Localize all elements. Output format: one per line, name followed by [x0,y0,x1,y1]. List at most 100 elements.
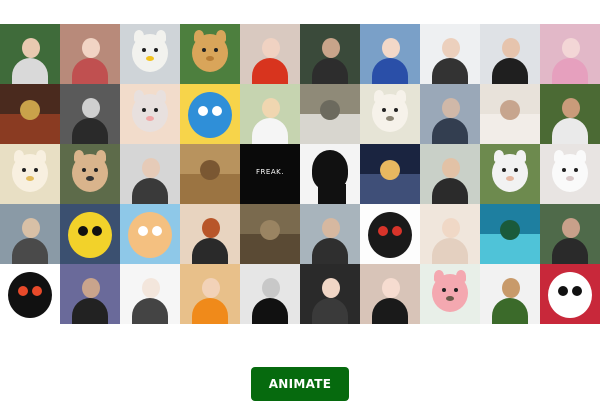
avatar-tile[interactable] [60,24,120,84]
avatar-face [72,154,108,192]
avatar-tile[interactable] [360,264,420,324]
avatar-tile[interactable] [360,24,420,84]
avatar-head [562,38,580,58]
avatar-tile[interactable] [300,24,360,84]
avatar-tile[interactable] [180,264,240,324]
avatar-tile[interactable] [120,84,180,144]
avatar-tile[interactable] [0,264,60,324]
avatar-body [72,118,108,144]
avatar-eye [154,108,158,112]
avatar-eye [214,48,218,52]
avatar-head [322,38,340,58]
avatar-tile[interactable] [0,84,60,144]
avatar-face [132,34,168,72]
avatar-eye [82,168,86,172]
avatar-tile[interactable] [540,84,600,144]
cartoon-eye [18,286,28,296]
silhouette-neck [318,184,346,204]
avatar-tile[interactable] [240,84,300,144]
avatar-tile[interactable] [60,144,120,204]
avatar-tile[interactable] [420,204,480,264]
avatar-ear [456,270,466,282]
avatar-ear [434,270,444,282]
avatar-tile[interactable] [420,144,480,204]
avatar-tile[interactable] [300,264,360,324]
avatar-grid: FREAK. [0,24,600,324]
cartoon-face [368,212,412,258]
avatar-ear [96,150,106,162]
avatar-head [142,158,160,178]
avatar-tile[interactable] [540,264,600,324]
avatar-tile[interactable] [120,204,180,264]
animate-button[interactable]: ANIMATE [251,367,349,401]
scene-ground [480,234,540,264]
scene-ground [360,174,420,204]
avatar-tile[interactable] [240,264,300,324]
avatar-tile[interactable] [300,204,360,264]
avatar-tile[interactable] [180,144,240,204]
avatar-tile[interactable] [60,84,120,144]
avatar-head [502,278,520,298]
avatar-tile[interactable] [120,24,180,84]
avatar-tile[interactable] [480,204,540,264]
avatar-ear [516,150,526,162]
avatar-tile[interactable] [540,204,600,264]
avatar-eye [502,168,506,172]
avatar-tile[interactable] [180,84,240,144]
cartoon-eye [152,226,162,236]
avatar-ear [554,150,564,162]
avatar-tile[interactable] [360,204,420,264]
avatar-tile[interactable] [480,264,540,324]
avatar-nose [86,176,94,181]
avatar-body [312,238,348,264]
avatar-tile[interactable] [300,144,360,204]
scene-object [320,100,340,120]
avatar-head [502,38,520,58]
avatar-head [262,278,280,298]
avatar-tile[interactable] [480,84,540,144]
avatar-ear [14,150,24,162]
avatar-tile[interactable] [0,24,60,84]
avatar-eye [514,168,518,172]
cartoon-eye [572,286,582,296]
avatar-ear [576,150,586,162]
avatar-tile[interactable] [360,144,420,204]
avatar-eye [34,168,38,172]
cartoon-face [8,272,52,318]
avatar-tile[interactable] [180,24,240,84]
avatar-tile[interactable]: FREAK. [240,144,300,204]
avatar-tile[interactable] [540,24,600,84]
avatar-face [132,94,168,132]
avatar-tile[interactable] [420,84,480,144]
avatar-tile[interactable] [0,144,60,204]
avatar-eye [382,108,386,112]
avatar-tile[interactable] [420,264,480,324]
scene-object [380,160,400,180]
avatar-tile[interactable] [240,24,300,84]
avatar-body [252,118,288,144]
avatar-tile[interactable] [120,264,180,324]
avatar-head [142,278,160,298]
cartoon-eye [32,286,42,296]
avatar-tile[interactable] [120,144,180,204]
avatar-face [372,94,408,132]
avatar-tile[interactable] [540,144,600,204]
avatar-tile[interactable] [60,264,120,324]
avatar-tile[interactable] [180,204,240,264]
scene-ground [480,114,540,144]
scene-ground [0,114,60,144]
avatar-body [312,298,348,324]
avatar-tile[interactable] [240,204,300,264]
avatar-tile[interactable] [0,204,60,264]
scene-ground [240,234,300,264]
avatar-tile[interactable] [420,24,480,84]
avatar-tile[interactable] [480,24,540,84]
avatar-head [82,278,100,298]
avatar-tile[interactable] [480,144,540,204]
avatar-tile[interactable] [360,84,420,144]
avatar-head [442,218,460,238]
avatar-face [12,154,48,192]
avatar-tile[interactable] [60,204,120,264]
scene-object [200,160,220,180]
avatar-tile[interactable] [300,84,360,144]
